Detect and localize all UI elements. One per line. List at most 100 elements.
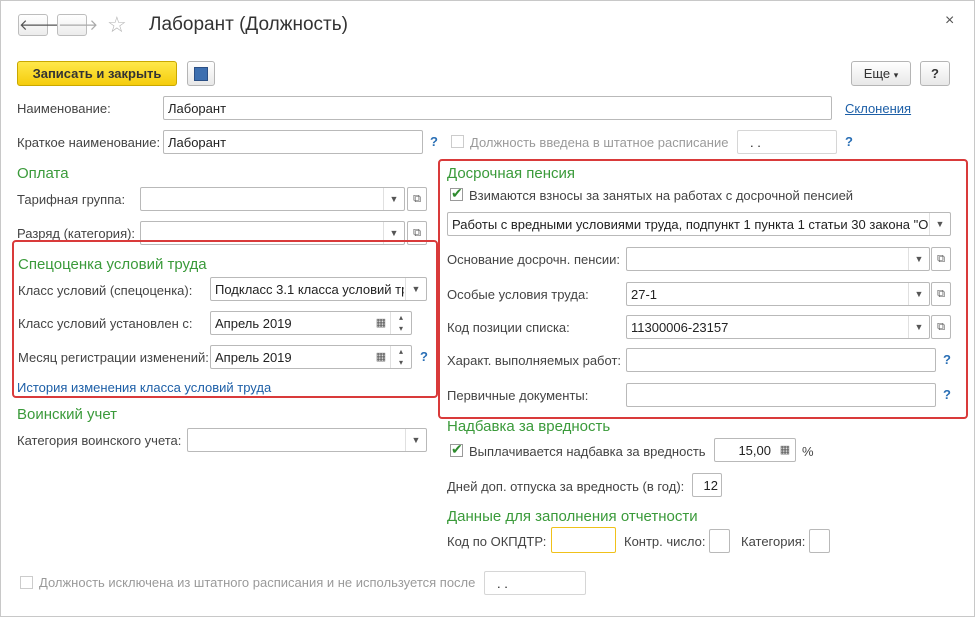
early-pension-section-title: Досрочная пенсия	[447, 165, 576, 182]
save-button[interactable]	[187, 61, 215, 86]
contributions-label: Взимаются взносы за занятых на работах с…	[469, 188, 854, 203]
arrow-right-icon: 🡒	[58, 17, 99, 34]
work-character-input[interactable]	[626, 348, 936, 372]
extra-days-input[interactable]: 12	[692, 473, 722, 497]
tariff-group-label: Тарифная группа:	[17, 192, 126, 207]
category-input[interactable]	[809, 529, 830, 553]
name-value: Лаборант	[168, 101, 227, 116]
save-close-button[interactable]: Записать и закрыть	[17, 61, 177, 86]
forward-button[interactable]: 🡒	[57, 14, 98, 36]
staff-date-placeholder: . .	[750, 135, 761, 150]
special-conditions-select[interactable]: 27-1 ▼	[626, 282, 930, 306]
chevron-down-icon[interactable]: ▼	[383, 188, 404, 210]
calculator-icon[interactable]: ▦	[777, 441, 793, 459]
declensions-link[interactable]: Склонения	[845, 101, 911, 116]
primary-docs-label: Первичные документы:	[447, 388, 589, 403]
work-type-select[interactable]: Работы с вредными условиями труда, подпу…	[447, 212, 951, 236]
class-label: Класс условий (спецоценка):	[18, 283, 193, 298]
chevron-down-icon: ▾	[893, 70, 899, 80]
staff-checkbox[interactable]	[451, 135, 464, 148]
military-category-label: Категория воинского учета:	[17, 433, 182, 448]
star-icon[interactable]: ☆	[107, 12, 127, 38]
calendar-icon[interactable]: ▦	[373, 314, 389, 332]
chevron-down-icon[interactable]: ▼	[929, 213, 950, 235]
hazard-percent-input[interactable]: 15,00 ▦	[714, 438, 796, 462]
excluded-label: Должность исключена из штатного расписан…	[39, 575, 476, 590]
military-section-title: Воинский учет	[17, 406, 118, 423]
close-icon[interactable]: ×	[945, 12, 954, 30]
class-set-label: Класс условий установлен с:	[18, 316, 193, 331]
payment-section-title: Оплата	[17, 165, 69, 182]
staff-help-icon[interactable]: ?	[845, 134, 853, 149]
excluded-checkbox[interactable]	[20, 576, 33, 589]
rank-label: Разряд (категория):	[17, 226, 136, 241]
staff-checkbox-label: Должность введена в штатное расписание	[470, 135, 729, 150]
reg-month-value: Апрель 2019	[215, 350, 292, 365]
history-link[interactable]: История изменения класса условий труда	[17, 380, 271, 395]
work-type-value: Работы с вредными условиями труда, подпу…	[452, 217, 928, 232]
short-name-label: Краткое наименование:	[17, 135, 161, 150]
chevron-down-icon[interactable]: ▼	[908, 248, 929, 270]
percent-sign: %	[802, 444, 814, 459]
excluded-date-placeholder: . .	[497, 576, 508, 591]
name-input[interactable]: Лаборант	[163, 96, 832, 120]
chevron-down-icon[interactable]: ▼	[405, 429, 426, 451]
name-label: Наименование:	[17, 101, 111, 116]
reg-month-label: Месяц регистрации изменений:	[18, 350, 209, 365]
chevron-down-icon[interactable]: ▼	[405, 278, 426, 300]
tariff-group-select[interactable]: ▼	[140, 187, 405, 211]
reg-month-help-icon[interactable]: ?	[420, 349, 428, 364]
reg-month-date-input[interactable]: Апрель 2019 ▦ ▴ ▾	[210, 345, 412, 369]
excluded-date-input[interactable]: . .	[484, 571, 586, 595]
open-icon[interactable]: ⧉	[407, 187, 427, 211]
class-set-date-input[interactable]: Апрель 2019 ▦ ▴ ▾	[210, 311, 412, 335]
more-button[interactable]: Еще ▾	[851, 61, 911, 86]
arrow-left-icon: 🡐	[19, 17, 60, 34]
position-code-value: 11300006-23157	[631, 320, 729, 335]
more-label: Еще	[863, 66, 891, 81]
military-category-select[interactable]: ▼	[187, 428, 427, 452]
special-conditions-label: Особые условия труда:	[447, 287, 589, 302]
hazard-paid-checkbox[interactable]	[450, 441, 463, 458]
short-name-input[interactable]: Лаборант	[163, 130, 423, 154]
primary-docs-input[interactable]	[626, 383, 936, 407]
chevron-down-icon[interactable]: ▼	[908, 283, 929, 305]
okpdtr-label: Код по ОКПДТР:	[447, 534, 547, 549]
hazard-percent-value: 15,00	[738, 443, 771, 458]
class-select[interactable]: Подкласс 3.1 класса условий труда▼	[210, 277, 427, 301]
reporting-section-title: Данные для заполнения отчетности	[447, 508, 698, 525]
open-icon[interactable]: ⧉	[931, 282, 951, 306]
calendar-icon[interactable]: ▦	[373, 348, 389, 366]
short-name-value: Лаборант	[168, 135, 227, 150]
spinner-icon[interactable]: ▴ ▾	[390, 346, 411, 368]
hazard-paid-label: Выплачивается надбавка за вредность	[469, 444, 706, 459]
work-character-help-icon[interactable]: ?	[943, 352, 951, 367]
position-code-label: Код позиции списка:	[447, 320, 570, 335]
special-conditions-value: 27-1	[631, 287, 658, 302]
extra-days-label: Дней доп. отпуска за вредность (в год):	[447, 479, 685, 494]
okpdtr-input[interactable]	[551, 527, 616, 553]
staff-date-input[interactable]: . .	[737, 130, 837, 154]
open-icon[interactable]: ⧉	[931, 315, 951, 339]
floppy-disk-icon	[194, 67, 208, 81]
class-value: Подкласс 3.1 класса условий труда	[215, 282, 404, 297]
chevron-down-icon[interactable]: ▼	[908, 316, 929, 338]
class-set-value: Апрель 2019	[215, 316, 292, 331]
control-input[interactable]	[709, 529, 730, 553]
special-assessment-section-title: Спецоценка условий труда	[18, 256, 207, 273]
extra-days-value: 12	[703, 478, 718, 493]
back-button[interactable]: 🡐	[18, 14, 59, 36]
short-name-help-icon[interactable]: ?	[430, 134, 438, 149]
category-label: Категория:	[741, 534, 806, 549]
work-character-label: Характ. выполняемых работ:	[447, 353, 622, 368]
basis-label: Основание досрочн. пенсии:	[447, 252, 621, 267]
primary-docs-help-icon[interactable]: ?	[943, 387, 951, 402]
contributions-checkbox[interactable]	[450, 185, 463, 202]
help-button[interactable]: ?	[920, 61, 950, 86]
control-label: Контр. число:	[624, 534, 706, 549]
window-title: Лаборант (Должность)	[149, 14, 348, 35]
open-icon[interactable]: ⧉	[931, 247, 951, 271]
basis-select[interactable]: ▼	[626, 247, 930, 271]
spinner-icon[interactable]: ▴ ▾	[390, 312, 411, 334]
position-code-select[interactable]: 11300006-23157 ▼	[626, 315, 930, 339]
